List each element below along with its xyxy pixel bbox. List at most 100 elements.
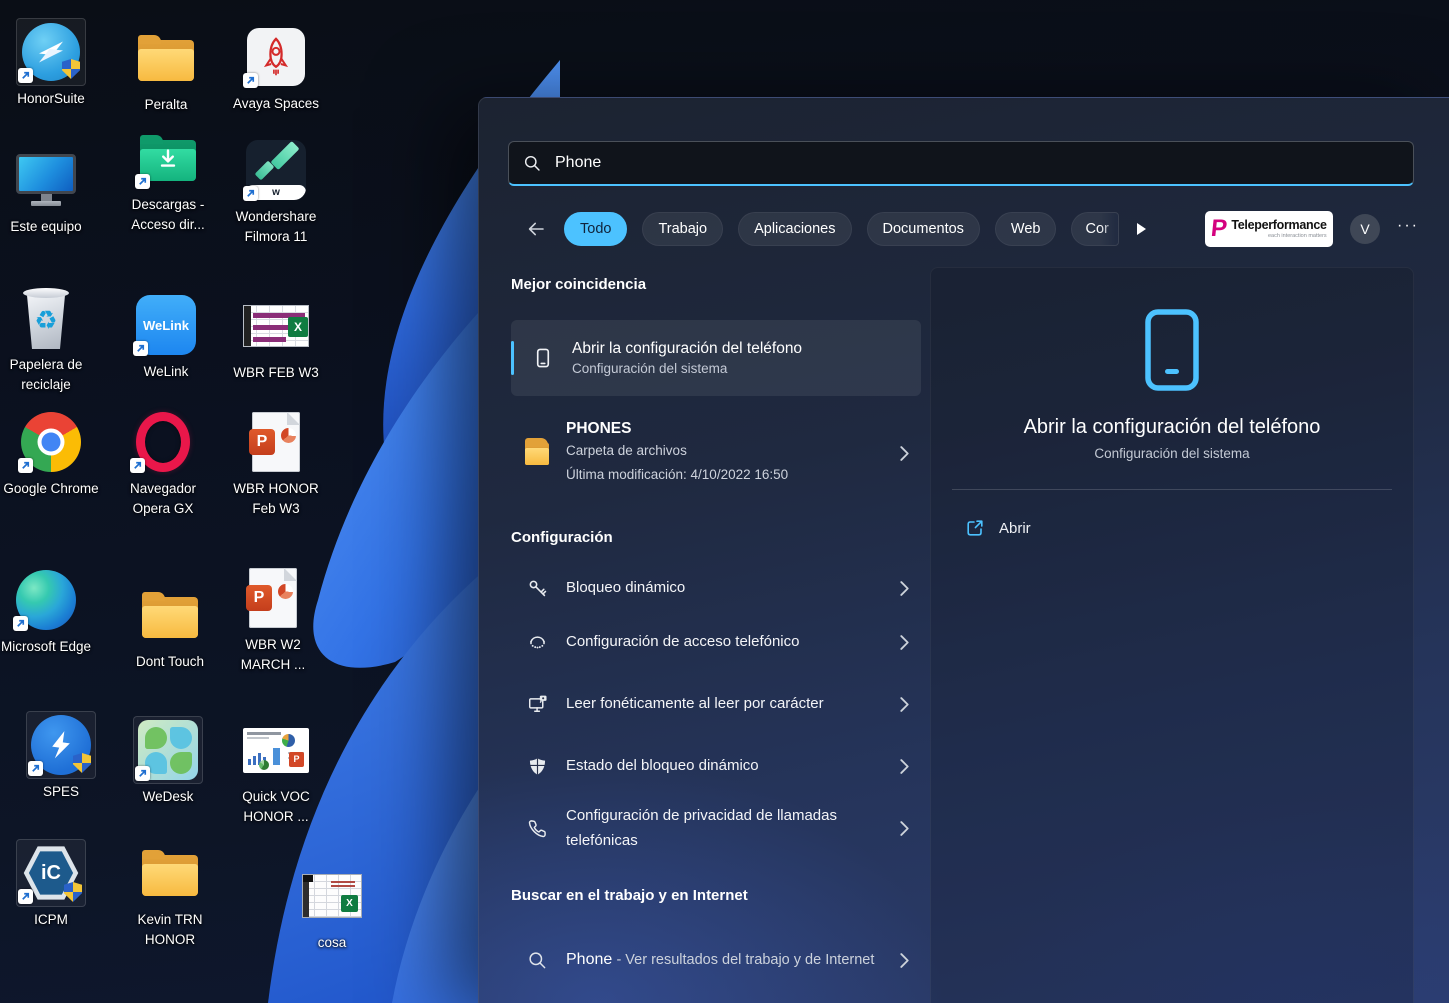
tab-web[interactable]: Web (995, 212, 1057, 246)
recycle-symbol-icon: ♻ (34, 305, 57, 336)
this-pc-icon (14, 154, 78, 206)
uac-shield-icon (64, 882, 82, 902)
teleperformance-logo: P Teleperformance each interaction matte… (1205, 211, 1333, 247)
desktop-icon-quick-voc[interactable]: P Quick VOC HONOR ... (228, 718, 324, 828)
account-avatar[interactable]: V (1350, 214, 1380, 244)
desktop-icon-honorsuite[interactable]: HonorSuite (3, 20, 99, 109)
chevron-right-icon[interactable] (900, 446, 913, 461)
tab-label: Web (1011, 221, 1041, 237)
desktop-icon-label: Descargas - Acceso dir... (120, 195, 216, 236)
result-phones-folder[interactable]: PHONES Carpeta de archivos Última modifi… (511, 411, 921, 495)
teleperformance-p-glyph: P (1210, 217, 1229, 241)
powerpoint-p-badge: P (289, 752, 304, 767)
desktop-icon-chrome[interactable]: Google Chrome (3, 410, 99, 499)
phone-icon (531, 347, 555, 369)
shortcut-arrow-icon (135, 174, 150, 189)
screen-reader-icon (525, 694, 549, 715)
desktop-icon-descargas[interactable]: Descargas - Acceso dir... (120, 126, 216, 236)
search-flyout-panel: Todo Trabajo Aplicaciones Documentos Web… (478, 97, 1449, 1003)
shortcut-arrow-icon (135, 766, 150, 781)
open-label: Abrir (999, 520, 1031, 537)
result-bloqueo-dinamico[interactable]: Bloqueo dinámico (511, 561, 921, 615)
desktop-icon-label: cosa (318, 933, 347, 953)
result-privacidad-llamadas[interactable]: Configuración de privacidad de llamadas … (511, 793, 921, 863)
desktop-icon-dont-touch[interactable]: Dont Touch (122, 583, 218, 672)
tab-label: Aplicaciones (754, 221, 835, 237)
result-label: Configuración de privacidad de llamadas … (566, 803, 854, 854)
chevron-right-icon[interactable] (900, 953, 913, 968)
play-arrow-icon (1134, 221, 1148, 237)
shortcut-arrow-icon (133, 341, 148, 356)
desktop-icon-peralta[interactable]: Peralta (118, 26, 214, 115)
chevron-right-icon[interactable] (900, 635, 913, 650)
tab-label: Todo (580, 221, 611, 237)
web-search-description: - Ver resultados del trabajo y de Intern… (616, 952, 874, 968)
desktop-icon-wbr-feb-w3[interactable]: X WBR FEB W3 (228, 294, 324, 383)
best-match-item[interactable]: Abrir la configuración del teléfono Conf… (511, 320, 921, 396)
preview-pane: Abrir la configuración del teléfono Conf… (930, 267, 1414, 1003)
welink-logo-text: WeLink (143, 318, 189, 333)
scroll-tabs-button[interactable] (1134, 221, 1148, 237)
phones-modified: Última modificación: 4/10/2022 16:50 (566, 464, 883, 486)
desktop-icon-opera-gx[interactable]: Navegador Opera GX (115, 410, 211, 520)
chevron-right-icon[interactable] (900, 821, 913, 836)
desktop-icon-label: Wondershare Filmora 11 (228, 207, 324, 248)
desktop-icon-spes[interactable]: SPES (13, 713, 109, 802)
desktop-icon-papelera[interactable]: ♻ Papelera de reciclaje (0, 286, 94, 396)
chevron-right-icon[interactable] (900, 697, 913, 712)
desktop-icon-label: Microsoft Edge (1, 637, 91, 657)
desktop-icon-label: SPES (43, 782, 79, 802)
tab-aplicaciones[interactable]: Aplicaciones (738, 212, 851, 246)
desktop-icon-label: Quick VOC HONOR ... (228, 787, 324, 828)
desktop-icon-filmora[interactable]: w Wondershare Filmora 11 (228, 138, 324, 248)
shortcut-arrow-icon (18, 458, 33, 473)
tab-label: Cor (1085, 221, 1108, 237)
desktop-icon-edge[interactable]: Microsoft Edge (0, 568, 94, 657)
excel-sheet-icon: X (302, 874, 362, 918)
desktop-icon-cosa[interactable]: X cosa (284, 864, 380, 953)
pie-chart-glyph (278, 584, 293, 599)
tab-correo-clipped[interactable]: Cor (1071, 212, 1119, 246)
result-label: Phone - Ver resultados del trabajo y de … (566, 946, 876, 973)
desktop-icon-label: Peralta (145, 95, 188, 115)
result-acceso-telefonico[interactable]: Configuración de acceso telefónico (511, 615, 921, 669)
open-external-icon (965, 518, 985, 538)
chevron-right-icon[interactable] (900, 581, 913, 596)
back-button[interactable] (523, 216, 549, 242)
result-web-search-phone[interactable]: Phone - Ver resultados del trabajo y de … (511, 925, 921, 995)
result-estado-bloqueo[interactable]: Estado del bloqueo dinámico (511, 739, 921, 793)
brand-tagline: each interaction matters (1268, 233, 1327, 240)
desktop-icon-label: Papelera de reciclaje (0, 355, 94, 396)
desktop-icon-icpm[interactable]: iC ICPM (3, 841, 99, 930)
search-icon (523, 154, 542, 173)
call-handset-icon (525, 818, 549, 839)
desktop-icon-label: ICPM (34, 910, 68, 930)
desktop-icon-label: WeDesk (143, 787, 194, 807)
search-box[interactable] (508, 141, 1414, 186)
back-arrow-icon (526, 219, 546, 239)
search-input[interactable] (555, 154, 1399, 172)
shortcut-arrow-icon (18, 889, 33, 904)
desktop-icon-label: WBR HONOR Feb W3 (228, 479, 324, 520)
desktop-icon-avaya[interactable]: Avaya Spaces (228, 25, 324, 114)
brand-name: Teleperformance (1231, 219, 1326, 233)
desktop-icon-welink[interactable]: WeLink WeLink (118, 293, 214, 382)
open-action[interactable]: Abrir (965, 510, 1031, 546)
selection-accent-bar (511, 341, 514, 375)
desktop-icon-este-equipo[interactable]: Este equipo (0, 148, 94, 237)
chevron-right-icon[interactable] (900, 759, 913, 774)
tab-todo[interactable]: Todo (564, 212, 627, 246)
section-header-best-match: Mejor coincidencia (511, 276, 921, 296)
desktop-icon-kevin-trn[interactable]: Kevin TRN HONOR (122, 841, 218, 951)
desktop-icon-label: Kevin TRN HONOR (122, 910, 218, 951)
tab-documentos[interactable]: Documentos (867, 212, 980, 246)
desktop-icon-wedesk[interactable]: WeDesk (120, 718, 216, 807)
desktop-icon-label: WBR W2 MARCH ... (225, 635, 321, 676)
powerpoint-p-badge: P (249, 429, 275, 455)
tab-trabajo[interactable]: Trabajo (642, 212, 723, 246)
more-options-button[interactable]: ··· (1397, 218, 1419, 240)
excel-x-badge: X (288, 317, 308, 337)
desktop-icon-wbr-honor[interactable]: P WBR HONOR Feb W3 (228, 410, 324, 520)
desktop-icon-wbr-w2[interactable]: P WBR W2 MARCH ... (225, 566, 321, 676)
result-leer-foneticamente[interactable]: Leer fonéticamente al leer por carácter (511, 669, 921, 739)
